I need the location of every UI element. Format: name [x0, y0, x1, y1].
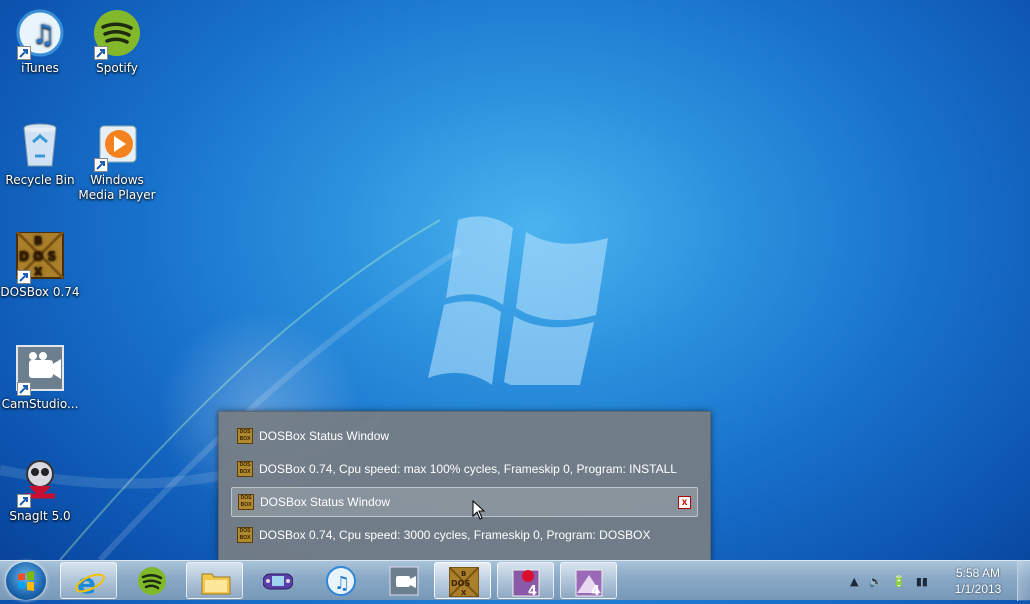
shortcut-arrow-icon	[94, 158, 108, 172]
picture-viewer-icon: 4	[575, 569, 603, 597]
desktop-icon-label: Spotify	[96, 61, 138, 75]
svg-text:B: B	[34, 234, 42, 247]
shortcut-arrow-icon	[17, 494, 31, 508]
power-icon[interactable]: 🔋	[892, 575, 906, 588]
svg-text:D O S: D O S	[19, 249, 56, 263]
file-explorer-icon	[201, 573, 231, 595]
taskbar-button-picture-viewer[interactable]: 4	[560, 562, 617, 599]
windows-flag-icon	[18, 571, 34, 591]
taskbar-window-list-popup: DOS BOX DOSBox Status Window DOS BOX DOSBo…	[218, 411, 711, 561]
clock[interactable]: 5:58 AM 1/1/2013	[940, 565, 1016, 597]
desktop-icon-snagit[interactable]: SnagIt 5.0	[0, 456, 80, 524]
desktop-icon-recycle-bin[interactable]: Recycle Bin	[0, 120, 80, 188]
popup-item-label: DOSBox Status Window	[260, 495, 391, 509]
popup-item-dosbox-status-window-2[interactable]: DOS BOX DOSBox Status Window x	[231, 487, 698, 517]
dosbox-icon: BDOSX	[449, 567, 479, 597]
popup-item-label: DOSBox 0.74, Cpu speed: 3000 cycles, Fra…	[259, 528, 651, 542]
taskbar-button-spotify[interactable]	[123, 562, 180, 599]
svg-text:♫: ♫	[334, 573, 350, 594]
taskbar: e ♫ B DOS X 4 4 ▲ 🔈 🔋 ▮▮ 5:58 AM 1/1/2013	[0, 560, 1030, 601]
taskbar-button-dosbox[interactable]: B DOS X	[434, 562, 491, 599]
dosbox-icon: B D O S X	[15, 230, 65, 284]
network-icon[interactable]: ▮▮	[916, 575, 928, 588]
desktop-icon-label: CamStudio...	[1, 397, 79, 411]
spotify-icon	[92, 8, 142, 60]
dosbox-icon: DOS BOX	[238, 494, 254, 510]
dosbox-icon: DOS BOX	[237, 527, 253, 543]
shortcut-arrow-icon	[94, 46, 108, 60]
desktop-icon-itunes[interactable]: ♫ iTunes	[0, 8, 80, 76]
popup-item-dosbox-program[interactable]: DOS BOX DOSBox 0.74, Cpu speed: 3000 cycl…	[231, 520, 698, 550]
visual-boy-advance-icon	[263, 573, 293, 590]
dosbox-icon: DOS BOX	[237, 461, 253, 477]
desktop-icon-label: SnagIt 5.0	[9, 509, 71, 523]
svg-text:X: X	[461, 589, 467, 597]
taskbar-button-file-explorer[interactable]	[186, 562, 243, 599]
taskbar-button-itunes[interactable]: ♫	[312, 562, 369, 599]
mouse-cursor-icon	[472, 500, 486, 520]
desktop-icon-windows-media-player[interactable]: Windows Media Player	[77, 120, 157, 203]
popup-item-dosbox-status-window-1[interactable]: DOS BOX DOSBox Status Window	[231, 421, 698, 451]
volume-icon[interactable]: 🔈	[868, 575, 882, 588]
camstudio-icon	[389, 566, 419, 596]
itunes-icon: ♫	[326, 566, 356, 596]
snagit-icon	[15, 456, 65, 508]
recycle-bin-icon	[15, 120, 65, 170]
desktop-icon-dosbox[interactable]: B D O S X DOSBox 0.74	[0, 230, 80, 300]
shortcut-arrow-icon	[17, 46, 31, 60]
taskbar-button-camstudio[interactable]	[375, 562, 432, 599]
desktop-icon-label: Windows Media Player	[78, 173, 156, 202]
popup-item-label: DOSBox Status Window	[259, 429, 390, 443]
itunes-icon: ♫	[15, 8, 65, 60]
show-desktop-button[interactable]	[1017, 561, 1030, 601]
desktop-icon-spotify[interactable]: Spotify	[77, 8, 157, 76]
desktop-icon-camstudio[interactable]: CamStudio...	[0, 344, 80, 412]
notification-area: ▲ 🔈 🔋 ▮▮	[845, 561, 933, 601]
show-hidden-icons-icon[interactable]: ▲	[850, 575, 858, 588]
desktop-icon-label: iTunes	[21, 61, 59, 75]
snagit-editor-icon: 4	[512, 569, 540, 597]
spotify-icon	[138, 567, 166, 595]
svg-text:4: 4	[591, 584, 600, 597]
taskbar-button-visual-boy-advance[interactable]	[249, 562, 306, 599]
windows-logo	[428, 216, 608, 385]
popup-item-dosbox-install[interactable]: DOS BOX DOSBox 0.74, Cpu speed: max 100% …	[231, 454, 698, 484]
clock-time: 5:58 AM	[955, 566, 1001, 580]
camstudio-icon	[15, 344, 65, 396]
taskbar-button-internet-explorer[interactable]: e	[60, 562, 117, 599]
taskbar-button-snagit-editor[interactable]: 4	[497, 562, 554, 599]
clock-date: 1/1/2013	[954, 582, 1002, 596]
desktop-icon-label: Recycle Bin	[5, 173, 75, 187]
svg-text:4: 4	[528, 584, 537, 597]
close-icon[interactable]: x	[678, 496, 691, 509]
internet-explorer-icon: e	[75, 567, 105, 597]
media-player-icon	[92, 120, 142, 172]
shortcut-arrow-icon	[17, 382, 31, 396]
shortcut-arrow-icon	[17, 270, 31, 284]
svg-text:DOS: DOS	[451, 579, 470, 588]
desktop-icon-label: DOSBox 0.74	[0, 285, 80, 299]
svg-text:♫: ♫	[32, 20, 55, 50]
popup-item-label: DOSBox 0.74, Cpu speed: max 100% cycles,…	[259, 462, 677, 476]
svg-text:X: X	[34, 265, 43, 278]
svg-text:B: B	[461, 570, 466, 578]
start-button[interactable]	[6, 562, 46, 600]
dosbox-icon: DOS BOX	[237, 428, 253, 444]
